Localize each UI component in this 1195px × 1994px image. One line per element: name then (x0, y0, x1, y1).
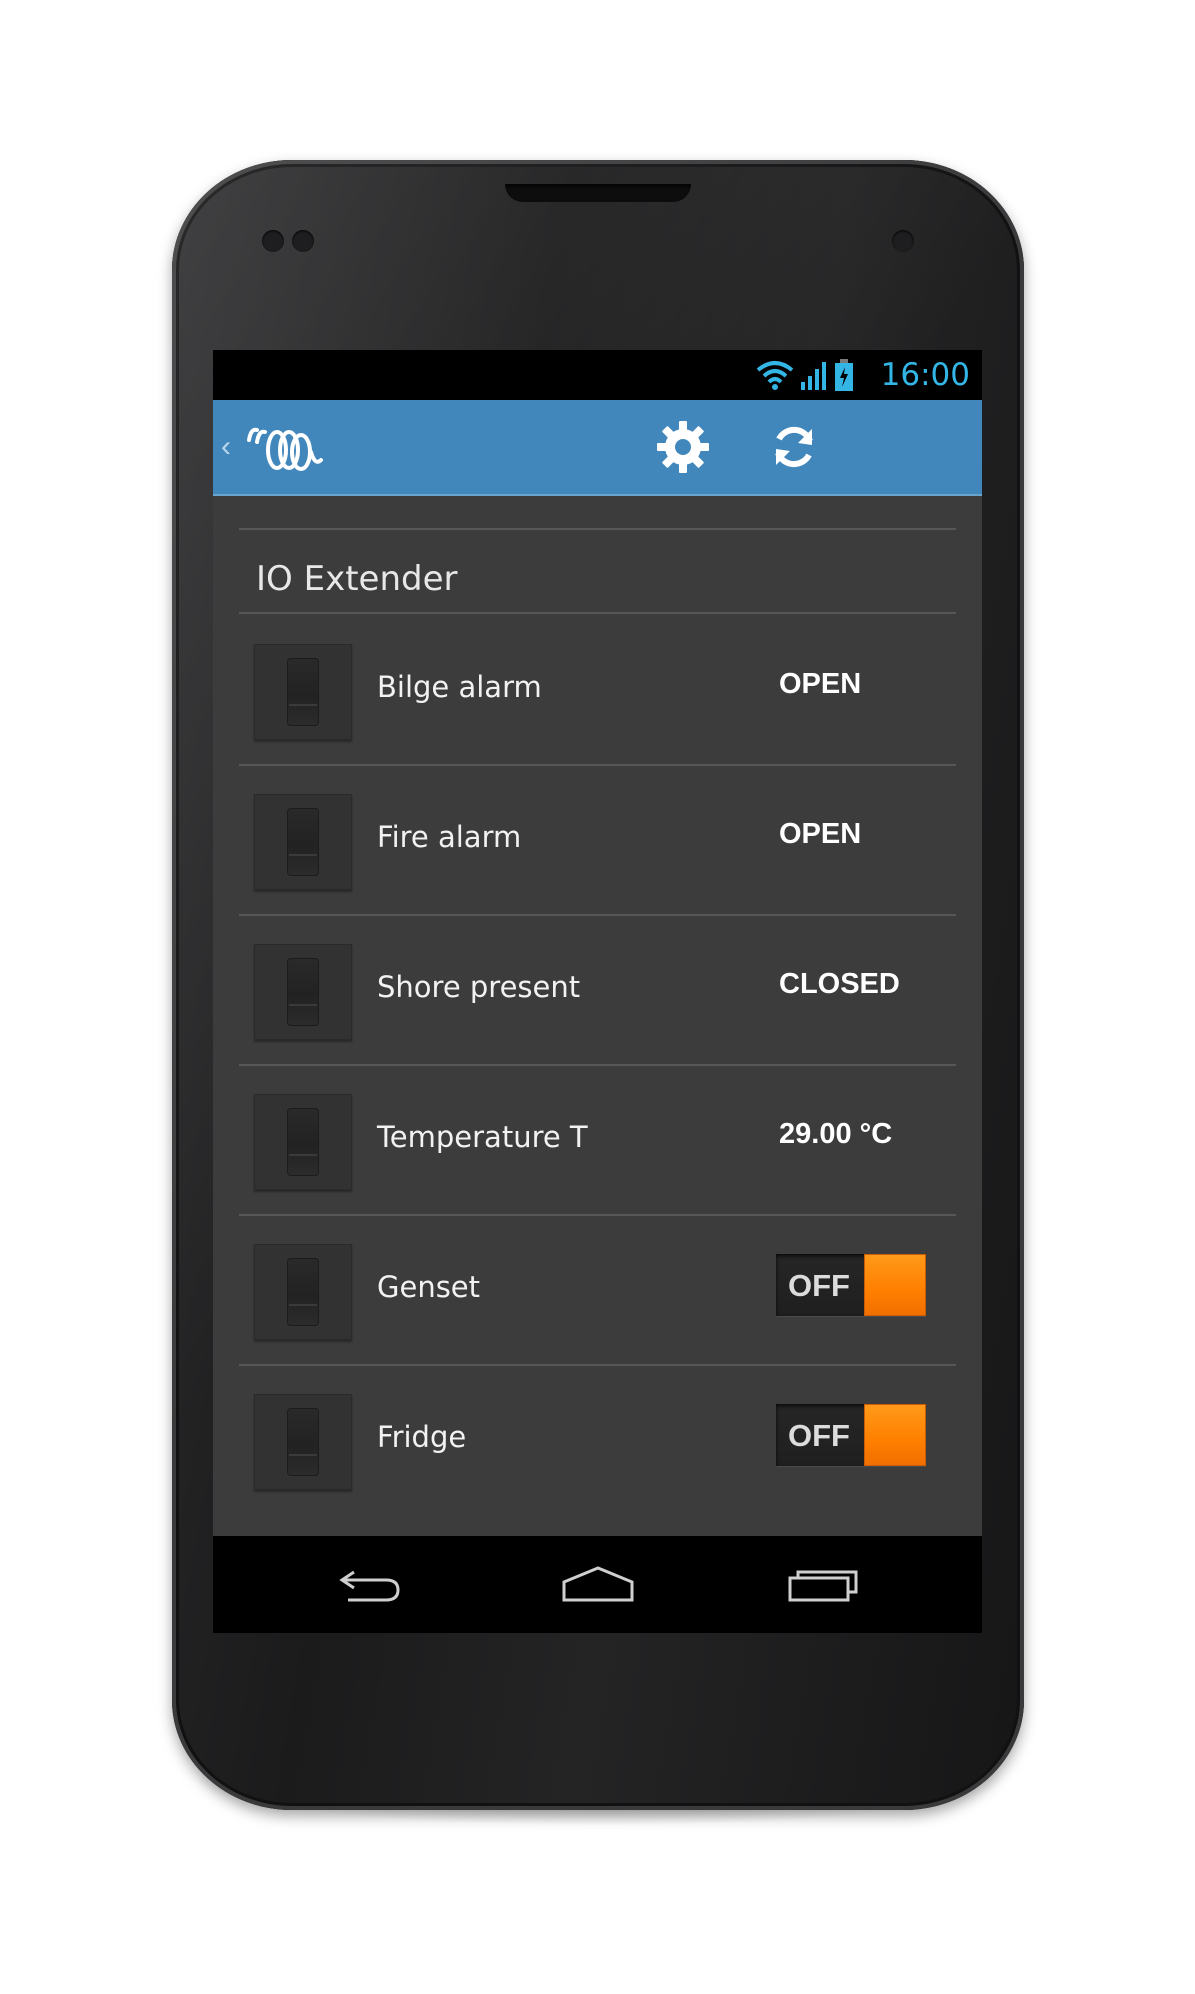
row-value: 29.00 °C (779, 1118, 893, 1150)
wifi-icon (756, 361, 794, 390)
device-thumbnail (254, 944, 352, 1040)
action-bar: ‹ (213, 400, 982, 496)
row-value: OPEN (779, 668, 862, 700)
gear-icon (657, 421, 709, 473)
row-label: Fridge (377, 1420, 467, 1454)
row-label: Bilge alarm (377, 670, 542, 704)
victron-logo-icon[interactable] (243, 420, 325, 474)
recents-button[interactable] (779, 1554, 869, 1614)
device-icon (287, 808, 319, 876)
device-thumbnail (254, 1394, 352, 1490)
refresh-button[interactable] (764, 417, 824, 477)
stage: 16:00 ‹ IO Extender Bilge alarm OPEN Fir… (0, 0, 1195, 1994)
device-icon (287, 1258, 319, 1326)
front-sensor (292, 230, 314, 252)
settings-button[interactable] (653, 417, 713, 477)
fridge-toggle[interactable]: OFF (776, 1404, 926, 1466)
device-thumbnail (254, 1244, 352, 1340)
row-label: Temperature T (377, 1120, 588, 1154)
toggle-state-label: OFF (788, 1418, 850, 1453)
list-item-fridge[interactable]: Fridge OFF (239, 1364, 956, 1514)
battery-charging-icon (835, 359, 853, 391)
front-sensor (262, 230, 284, 252)
status-icons (756, 358, 854, 392)
genset-toggle[interactable]: OFF (776, 1254, 926, 1316)
screen: 16:00 ‹ IO Extender Bilge alarm OPEN Fir… (213, 350, 982, 1633)
list-item-shore-present[interactable]: Shore present CLOSED (239, 914, 956, 1064)
row-label: Shore present (377, 970, 581, 1004)
device-icon (287, 958, 319, 1026)
row-label: Fire alarm (377, 820, 522, 854)
front-camera (892, 230, 914, 252)
io-extender-list: IO Extender Bilge alarm OPEN Fire alarm … (213, 496, 982, 1536)
toggle-thumb[interactable] (864, 1254, 926, 1316)
status-time: 16:00 (880, 357, 970, 393)
device-thumbnail (254, 644, 352, 740)
list-item-fire-alarm[interactable]: Fire alarm OPEN (239, 764, 956, 914)
device-thumbnail (254, 1094, 352, 1190)
list-item-bilge-alarm[interactable]: Bilge alarm OPEN (239, 614, 956, 764)
toggle-thumb[interactable] (864, 1404, 926, 1466)
signal-icon (801, 362, 826, 390)
refresh-icon (775, 426, 813, 468)
earpiece (505, 184, 691, 202)
back-icon (339, 1570, 400, 1602)
device-icon (287, 658, 319, 726)
device-icon (287, 1108, 319, 1176)
list-item-genset[interactable]: Genset OFF (239, 1214, 956, 1364)
recents-icon (788, 1570, 858, 1602)
system-nav-bar (213, 1536, 982, 1633)
home-icon (562, 1566, 634, 1602)
home-button[interactable] (553, 1554, 643, 1614)
back-button[interactable] (324, 1554, 414, 1614)
section-title: IO Extender (256, 559, 458, 599)
row-label: Genset (377, 1270, 481, 1304)
list-item-temperature[interactable]: Temperature T 29.00 °C (239, 1064, 956, 1214)
toggle-state-label: OFF (788, 1268, 850, 1303)
status-bar: 16:00 (213, 350, 982, 400)
row-value: CLOSED (779, 968, 900, 1000)
device-icon (287, 1408, 319, 1476)
divider (239, 528, 956, 530)
row-value: OPEN (779, 818, 862, 850)
device-thumbnail (254, 794, 352, 890)
up-navigation-icon[interactable]: ‹ (221, 430, 231, 464)
